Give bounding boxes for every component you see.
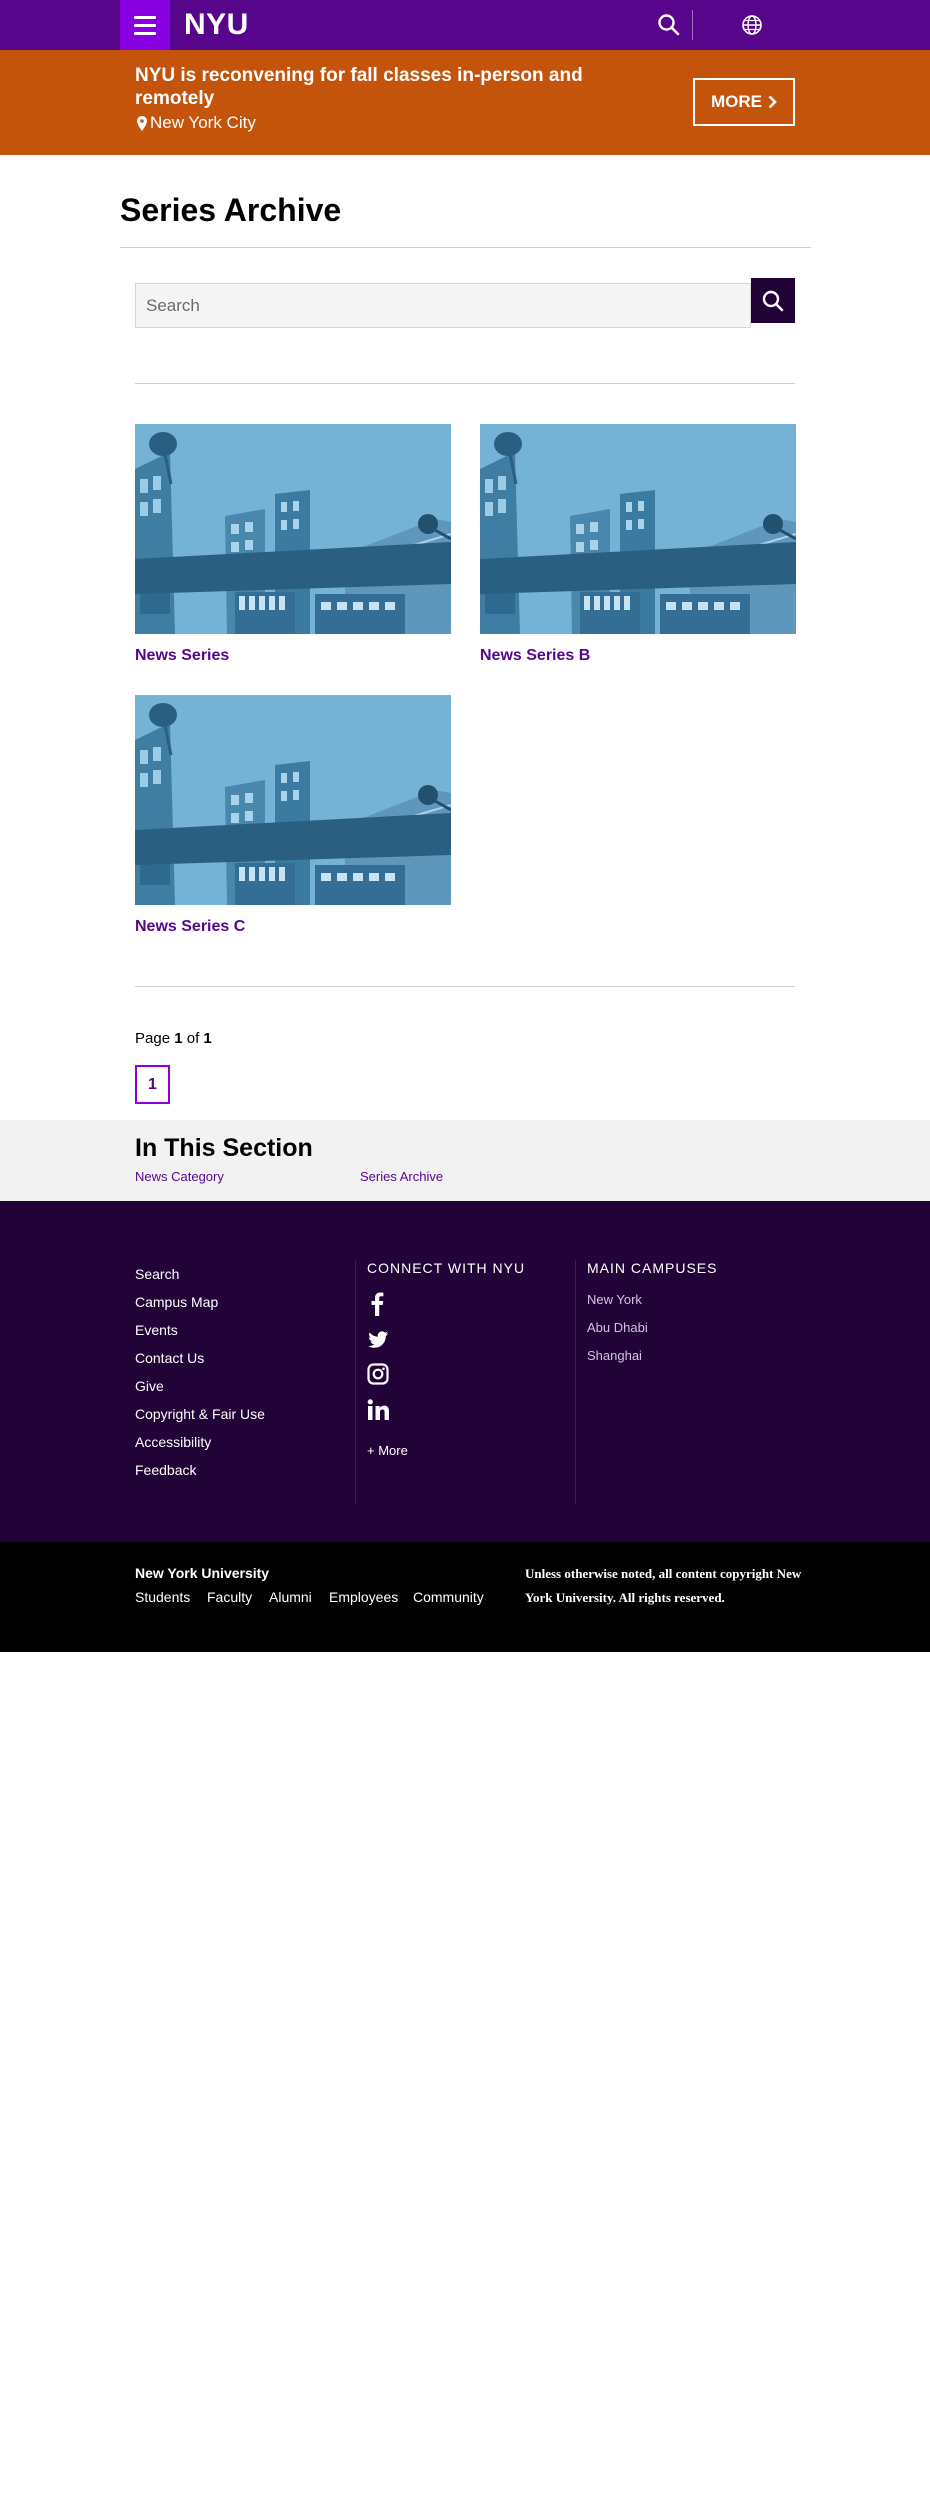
- series-thumbnail[interactable]: [135, 424, 451, 634]
- footer-link-copyright[interactable]: Copyright & Fair Use: [135, 1406, 265, 1422]
- campus-link-new-york[interactable]: New York: [587, 1292, 642, 1308]
- pagination-total: 1: [203, 1030, 212, 1047]
- footer-link-contact-us[interactable]: Contact Us: [135, 1350, 204, 1366]
- globe-icon[interactable]: [740, 13, 764, 37]
- search-icon[interactable]: [656, 12, 682, 38]
- map-pin-icon: [137, 115, 147, 131]
- page-title: Series Archive: [120, 192, 342, 228]
- bottom-link-faculty[interactable]: Faculty: [207, 1589, 252, 1605]
- footer-divider: [355, 1260, 356, 1504]
- more-social-link[interactable]: + More: [367, 1443, 408, 1459]
- bottom-link-alumni[interactable]: Alumni: [269, 1589, 312, 1605]
- series-thumbnail[interactable]: [135, 695, 451, 905]
- divider: [120, 247, 811, 248]
- series-card-title[interactable]: News Series: [135, 646, 229, 666]
- footer-link-feedback[interactable]: Feedback: [135, 1462, 196, 1478]
- header-divider: [692, 10, 693, 40]
- pagination-summary: Page 1 of 1: [135, 1030, 212, 1048]
- pagination-middle: of: [186, 1030, 200, 1047]
- series-card[interactable]: News Series B: [480, 424, 796, 664]
- pagination-current: 1: [174, 1030, 183, 1047]
- search-button[interactable]: [751, 278, 795, 323]
- series-card-title[interactable]: News Series C: [135, 917, 245, 937]
- footer-link-campus-map[interactable]: Campus Map: [135, 1294, 218, 1310]
- pagination-prefix: Page: [135, 1030, 171, 1047]
- series-thumbnail[interactable]: [480, 424, 796, 634]
- footer-divider: [575, 1260, 576, 1504]
- series-card-title[interactable]: News Series B: [480, 646, 590, 666]
- chevron-right-icon: [768, 95, 777, 109]
- hamburger-menu-icon[interactable]: [120, 0, 170, 50]
- university-name: New York University: [135, 1565, 270, 1581]
- bottom-link-students[interactable]: Students: [135, 1589, 190, 1605]
- copyright-text: Unless otherwise noted, all content copy…: [525, 1566, 802, 1605]
- footer-link-give[interactable]: Give: [135, 1378, 164, 1394]
- alert-title: NYU is reconvening for fall classes in-p…: [135, 65, 583, 109]
- bottom-link-community[interactable]: Community: [413, 1589, 484, 1605]
- connect-heading: CONNECT WITH NYU: [367, 1260, 526, 1276]
- search-icon: [762, 290, 784, 311]
- page-1-button[interactable]: 1: [135, 1065, 170, 1104]
- twitter-icon[interactable]: [367, 1327, 389, 1351]
- divider: [135, 986, 795, 987]
- bottom-link-employees[interactable]: Employees: [329, 1589, 398, 1605]
- campus-link-abu-dhabi[interactable]: Abu Dhabi: [587, 1320, 648, 1336]
- section-link-news-category[interactable]: News Category: [135, 1169, 224, 1185]
- alert-location: New York City: [137, 113, 256, 133]
- top-navigation-bar: NYU: [0, 0, 930, 50]
- campus-link-shanghai[interactable]: Shanghai: [587, 1348, 642, 1364]
- footer: [0, 1201, 930, 1542]
- series-card[interactable]: News Series C: [135, 695, 451, 935]
- alert-location-text: New York City: [150, 113, 256, 132]
- footer-link-accessibility[interactable]: Accessibility: [135, 1434, 211, 1450]
- section-link-series-archive[interactable]: Series Archive: [360, 1169, 443, 1185]
- search-input[interactable]: [135, 283, 751, 328]
- footer-link-search[interactable]: Search: [135, 1266, 179, 1282]
- facebook-icon[interactable]: [367, 1292, 389, 1316]
- footer-link-events[interactable]: Events: [135, 1322, 178, 1338]
- nyu-logo[interactable]: NYU: [184, 8, 249, 42]
- alert-banner: NYU is reconvening for fall classes in-p…: [0, 50, 930, 155]
- campuses-heading: MAIN CAMPUSES: [587, 1260, 718, 1276]
- more-button[interactable]: MORE: [693, 78, 795, 126]
- section-title: In This Section: [135, 1134, 313, 1162]
- series-card[interactable]: News Series: [135, 424, 451, 664]
- more-button-label: MORE: [711, 92, 762, 111]
- instagram-icon[interactable]: [367, 1362, 389, 1386]
- linkedin-icon[interactable]: [367, 1398, 389, 1422]
- divider: [135, 383, 795, 384]
